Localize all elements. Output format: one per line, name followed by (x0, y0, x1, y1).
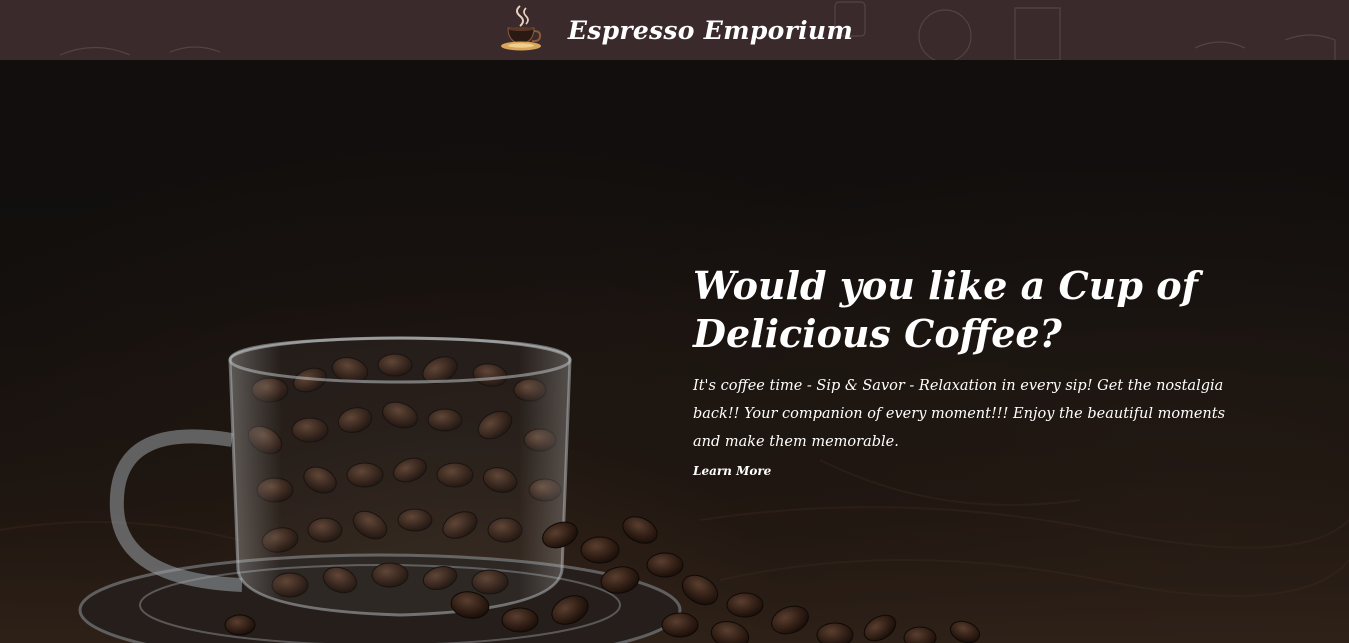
site-header: Espresso Emporium (0, 0, 1349, 60)
brand[interactable]: Espresso Emporium (496, 2, 853, 58)
hero-text: Would you like a Cup of Delicious Coffee… (693, 262, 1253, 479)
hero-headline: Would you like a Cup of Delicious Coffee… (693, 263, 1198, 356)
coffee-cup-logo-icon (500, 5, 541, 51)
hero-section: Would you like a Cup of Delicious Coffee… (0, 60, 1349, 643)
brand-title: Espresso Emporium (567, 15, 854, 45)
hero-description: It's coffee time - Sip & Savor - Relaxat… (693, 378, 1226, 450)
learn-more-button[interactable]: Learn More (693, 464, 771, 478)
